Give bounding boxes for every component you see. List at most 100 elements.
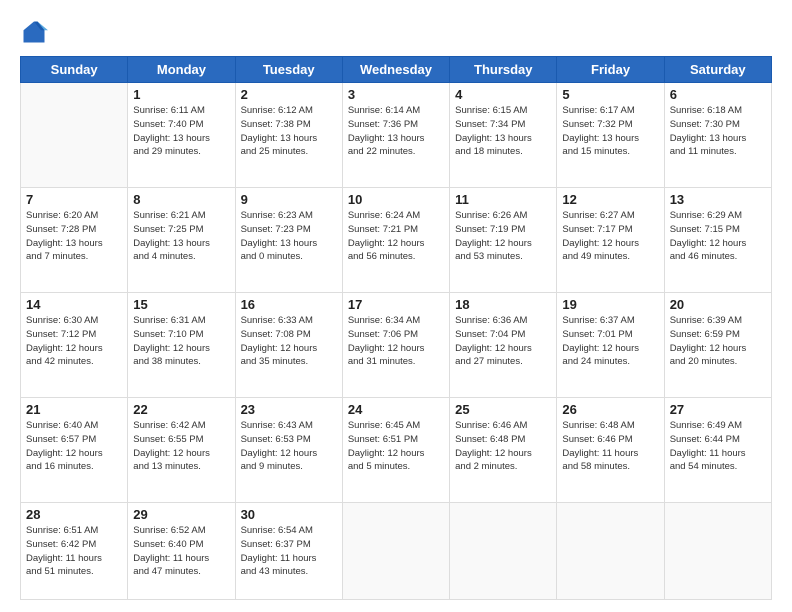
weekday-header-wednesday: Wednesday xyxy=(342,57,449,83)
calendar-cell: 3 Sunrise: 6:14 AM Sunset: 7:36 PM Daylig… xyxy=(342,83,449,188)
calendar-cell: 8Sunrise: 6:21 AM Sunset: 7:25 PM Daylig… xyxy=(128,188,235,293)
calendar-cell: 28 Sunrise: 6:51 AM Sunset: 6:42 PM Dayli… xyxy=(21,503,128,600)
day-detail: Sunrise: 6:30 AM Sunset: 7:12 PM Dayligh… xyxy=(26,314,122,369)
page: SundayMondayTuesdayWednesdayThursdayFrid… xyxy=(0,0,792,612)
day-detail: Sunrise: 6:26 AM Sunset: 7:19 PM Dayligh… xyxy=(455,209,551,264)
calendar-cell: 18 Sunrise: 6:36 AM Sunset: 7:04 PM Dayli… xyxy=(450,293,557,398)
calendar-cell xyxy=(342,503,449,600)
day-number: 2 xyxy=(241,87,337,102)
day-number: 10 xyxy=(348,192,444,207)
day-number: 6 xyxy=(670,87,766,102)
day-detail: Sunrise: 6:42 AM Sunset: 6:55 PM Dayligh… xyxy=(133,419,229,474)
calendar-cell: 1Sunrise: 6:11 AM Sunset: 7:40 PM Daylig… xyxy=(128,83,235,188)
logo xyxy=(20,18,52,46)
calendar-table: SundayMondayTuesdayWednesdayThursdayFrid… xyxy=(20,56,772,600)
day-detail: Sunrise: 6:29 AM Sunset: 7:15 PM Dayligh… xyxy=(670,209,766,264)
day-detail: Sunrise: 6:45 AM Sunset: 6:51 PM Dayligh… xyxy=(348,419,444,474)
calendar-cell: 23 Sunrise: 6:43 AM Sunset: 6:53 PM Dayli… xyxy=(235,398,342,503)
calendar-cell: 17 Sunrise: 6:34 AM Sunset: 7:06 PM Dayli… xyxy=(342,293,449,398)
calendar-cell xyxy=(21,83,128,188)
calendar-week-row: 7 Sunrise: 6:20 AM Sunset: 7:28 PM Daylig… xyxy=(21,188,772,293)
day-detail: Sunrise: 6:39 AM Sunset: 6:59 PM Dayligh… xyxy=(670,314,766,369)
calendar-cell: 12 Sunrise: 6:27 AM Sunset: 7:17 PM Dayli… xyxy=(557,188,664,293)
day-detail: Sunrise: 6:27 AM Sunset: 7:17 PM Dayligh… xyxy=(562,209,658,264)
day-detail: Sunrise: 6:46 AM Sunset: 6:48 PM Dayligh… xyxy=(455,419,551,474)
calendar-cell: 20Sunrise: 6:39 AM Sunset: 6:59 PM Dayli… xyxy=(664,293,771,398)
day-detail: Sunrise: 6:23 AM Sunset: 7:23 PM Dayligh… xyxy=(241,209,337,264)
calendar-cell: 30 Sunrise: 6:54 AM Sunset: 6:37 PM Dayli… xyxy=(235,503,342,600)
calendar-week-row: 21 Sunrise: 6:40 AM Sunset: 6:57 PM Dayli… xyxy=(21,398,772,503)
calendar-cell: 19Sunrise: 6:37 AM Sunset: 7:01 PM Dayli… xyxy=(557,293,664,398)
day-number: 12 xyxy=(562,192,658,207)
day-number: 18 xyxy=(455,297,551,312)
day-number: 29 xyxy=(133,507,229,522)
calendar-cell: 15 Sunrise: 6:31 AM Sunset: 7:10 PM Dayli… xyxy=(128,293,235,398)
weekday-header-saturday: Saturday xyxy=(664,57,771,83)
calendar-cell: 7 Sunrise: 6:20 AM Sunset: 7:28 PM Daylig… xyxy=(21,188,128,293)
day-number: 28 xyxy=(26,507,122,522)
day-detail: Sunrise: 6:21 AM Sunset: 7:25 PM Dayligh… xyxy=(133,209,229,264)
day-number: 7 xyxy=(26,192,122,207)
day-detail: Sunrise: 6:17 AM Sunset: 7:32 PM Dayligh… xyxy=(562,104,658,159)
day-number: 30 xyxy=(241,507,337,522)
day-detail: Sunrise: 6:40 AM Sunset: 6:57 PM Dayligh… xyxy=(26,419,122,474)
weekday-header-row: SundayMondayTuesdayWednesdayThursdayFrid… xyxy=(21,57,772,83)
calendar-cell: 24 Sunrise: 6:45 AM Sunset: 6:51 PM Dayli… xyxy=(342,398,449,503)
day-number: 3 xyxy=(348,87,444,102)
day-detail: Sunrise: 6:12 AM Sunset: 7:38 PM Dayligh… xyxy=(241,104,337,159)
calendar-cell: 2 Sunrise: 6:12 AM Sunset: 7:38 PM Daylig… xyxy=(235,83,342,188)
calendar-week-row: 14Sunrise: 6:30 AM Sunset: 7:12 PM Dayli… xyxy=(21,293,772,398)
day-detail: Sunrise: 6:54 AM Sunset: 6:37 PM Dayligh… xyxy=(241,524,337,579)
calendar-week-row: 28 Sunrise: 6:51 AM Sunset: 6:42 PM Dayli… xyxy=(21,503,772,600)
calendar-cell: 5 Sunrise: 6:17 AM Sunset: 7:32 PM Daylig… xyxy=(557,83,664,188)
day-detail: Sunrise: 6:31 AM Sunset: 7:10 PM Dayligh… xyxy=(133,314,229,369)
calendar-cell: 27Sunrise: 6:49 AM Sunset: 6:44 PM Dayli… xyxy=(664,398,771,503)
calendar-week-row: 1Sunrise: 6:11 AM Sunset: 7:40 PM Daylig… xyxy=(21,83,772,188)
day-number: 24 xyxy=(348,402,444,417)
calendar-cell: 14Sunrise: 6:30 AM Sunset: 7:12 PM Dayli… xyxy=(21,293,128,398)
day-detail: Sunrise: 6:14 AM Sunset: 7:36 PM Dayligh… xyxy=(348,104,444,159)
day-number: 17 xyxy=(348,297,444,312)
day-detail: Sunrise: 6:43 AM Sunset: 6:53 PM Dayligh… xyxy=(241,419,337,474)
calendar-cell: 22 Sunrise: 6:42 AM Sunset: 6:55 PM Dayli… xyxy=(128,398,235,503)
calendar-cell xyxy=(557,503,664,600)
calendar-cell: 13 Sunrise: 6:29 AM Sunset: 7:15 PM Dayli… xyxy=(664,188,771,293)
day-number: 15 xyxy=(133,297,229,312)
day-detail: Sunrise: 6:36 AM Sunset: 7:04 PM Dayligh… xyxy=(455,314,551,369)
calendar-cell: 11 Sunrise: 6:26 AM Sunset: 7:19 PM Dayli… xyxy=(450,188,557,293)
day-number: 25 xyxy=(455,402,551,417)
day-detail: Sunrise: 6:24 AM Sunset: 7:21 PM Dayligh… xyxy=(348,209,444,264)
weekday-header-monday: Monday xyxy=(128,57,235,83)
calendar-cell: 6 Sunrise: 6:18 AM Sunset: 7:30 PM Daylig… xyxy=(664,83,771,188)
day-number: 23 xyxy=(241,402,337,417)
day-detail: Sunrise: 6:51 AM Sunset: 6:42 PM Dayligh… xyxy=(26,524,122,579)
weekday-header-sunday: Sunday xyxy=(21,57,128,83)
day-detail: Sunrise: 6:48 AM Sunset: 6:46 PM Dayligh… xyxy=(562,419,658,474)
day-number: 5 xyxy=(562,87,658,102)
calendar-cell: 29Sunrise: 6:52 AM Sunset: 6:40 PM Dayli… xyxy=(128,503,235,600)
calendar-cell: 4 Sunrise: 6:15 AM Sunset: 7:34 PM Daylig… xyxy=(450,83,557,188)
day-number: 13 xyxy=(670,192,766,207)
calendar-cell: 21 Sunrise: 6:40 AM Sunset: 6:57 PM Dayli… xyxy=(21,398,128,503)
calendar-cell xyxy=(450,503,557,600)
weekday-header-thursday: Thursday xyxy=(450,57,557,83)
day-detail: Sunrise: 6:15 AM Sunset: 7:34 PM Dayligh… xyxy=(455,104,551,159)
day-detail: Sunrise: 6:34 AM Sunset: 7:06 PM Dayligh… xyxy=(348,314,444,369)
day-number: 11 xyxy=(455,192,551,207)
day-number: 22 xyxy=(133,402,229,417)
day-detail: Sunrise: 6:11 AM Sunset: 7:40 PM Dayligh… xyxy=(133,104,229,159)
day-number: 16 xyxy=(241,297,337,312)
weekday-header-friday: Friday xyxy=(557,57,664,83)
day-number: 9 xyxy=(241,192,337,207)
day-number: 26 xyxy=(562,402,658,417)
logo-icon xyxy=(20,18,48,46)
day-detail: Sunrise: 6:33 AM Sunset: 7:08 PM Dayligh… xyxy=(241,314,337,369)
day-detail: Sunrise: 6:20 AM Sunset: 7:28 PM Dayligh… xyxy=(26,209,122,264)
day-number: 4 xyxy=(455,87,551,102)
calendar-cell: 26 Sunrise: 6:48 AM Sunset: 6:46 PM Dayli… xyxy=(557,398,664,503)
weekday-header-tuesday: Tuesday xyxy=(235,57,342,83)
day-number: 27 xyxy=(670,402,766,417)
day-detail: Sunrise: 6:18 AM Sunset: 7:30 PM Dayligh… xyxy=(670,104,766,159)
day-number: 21 xyxy=(26,402,122,417)
header xyxy=(20,18,772,46)
